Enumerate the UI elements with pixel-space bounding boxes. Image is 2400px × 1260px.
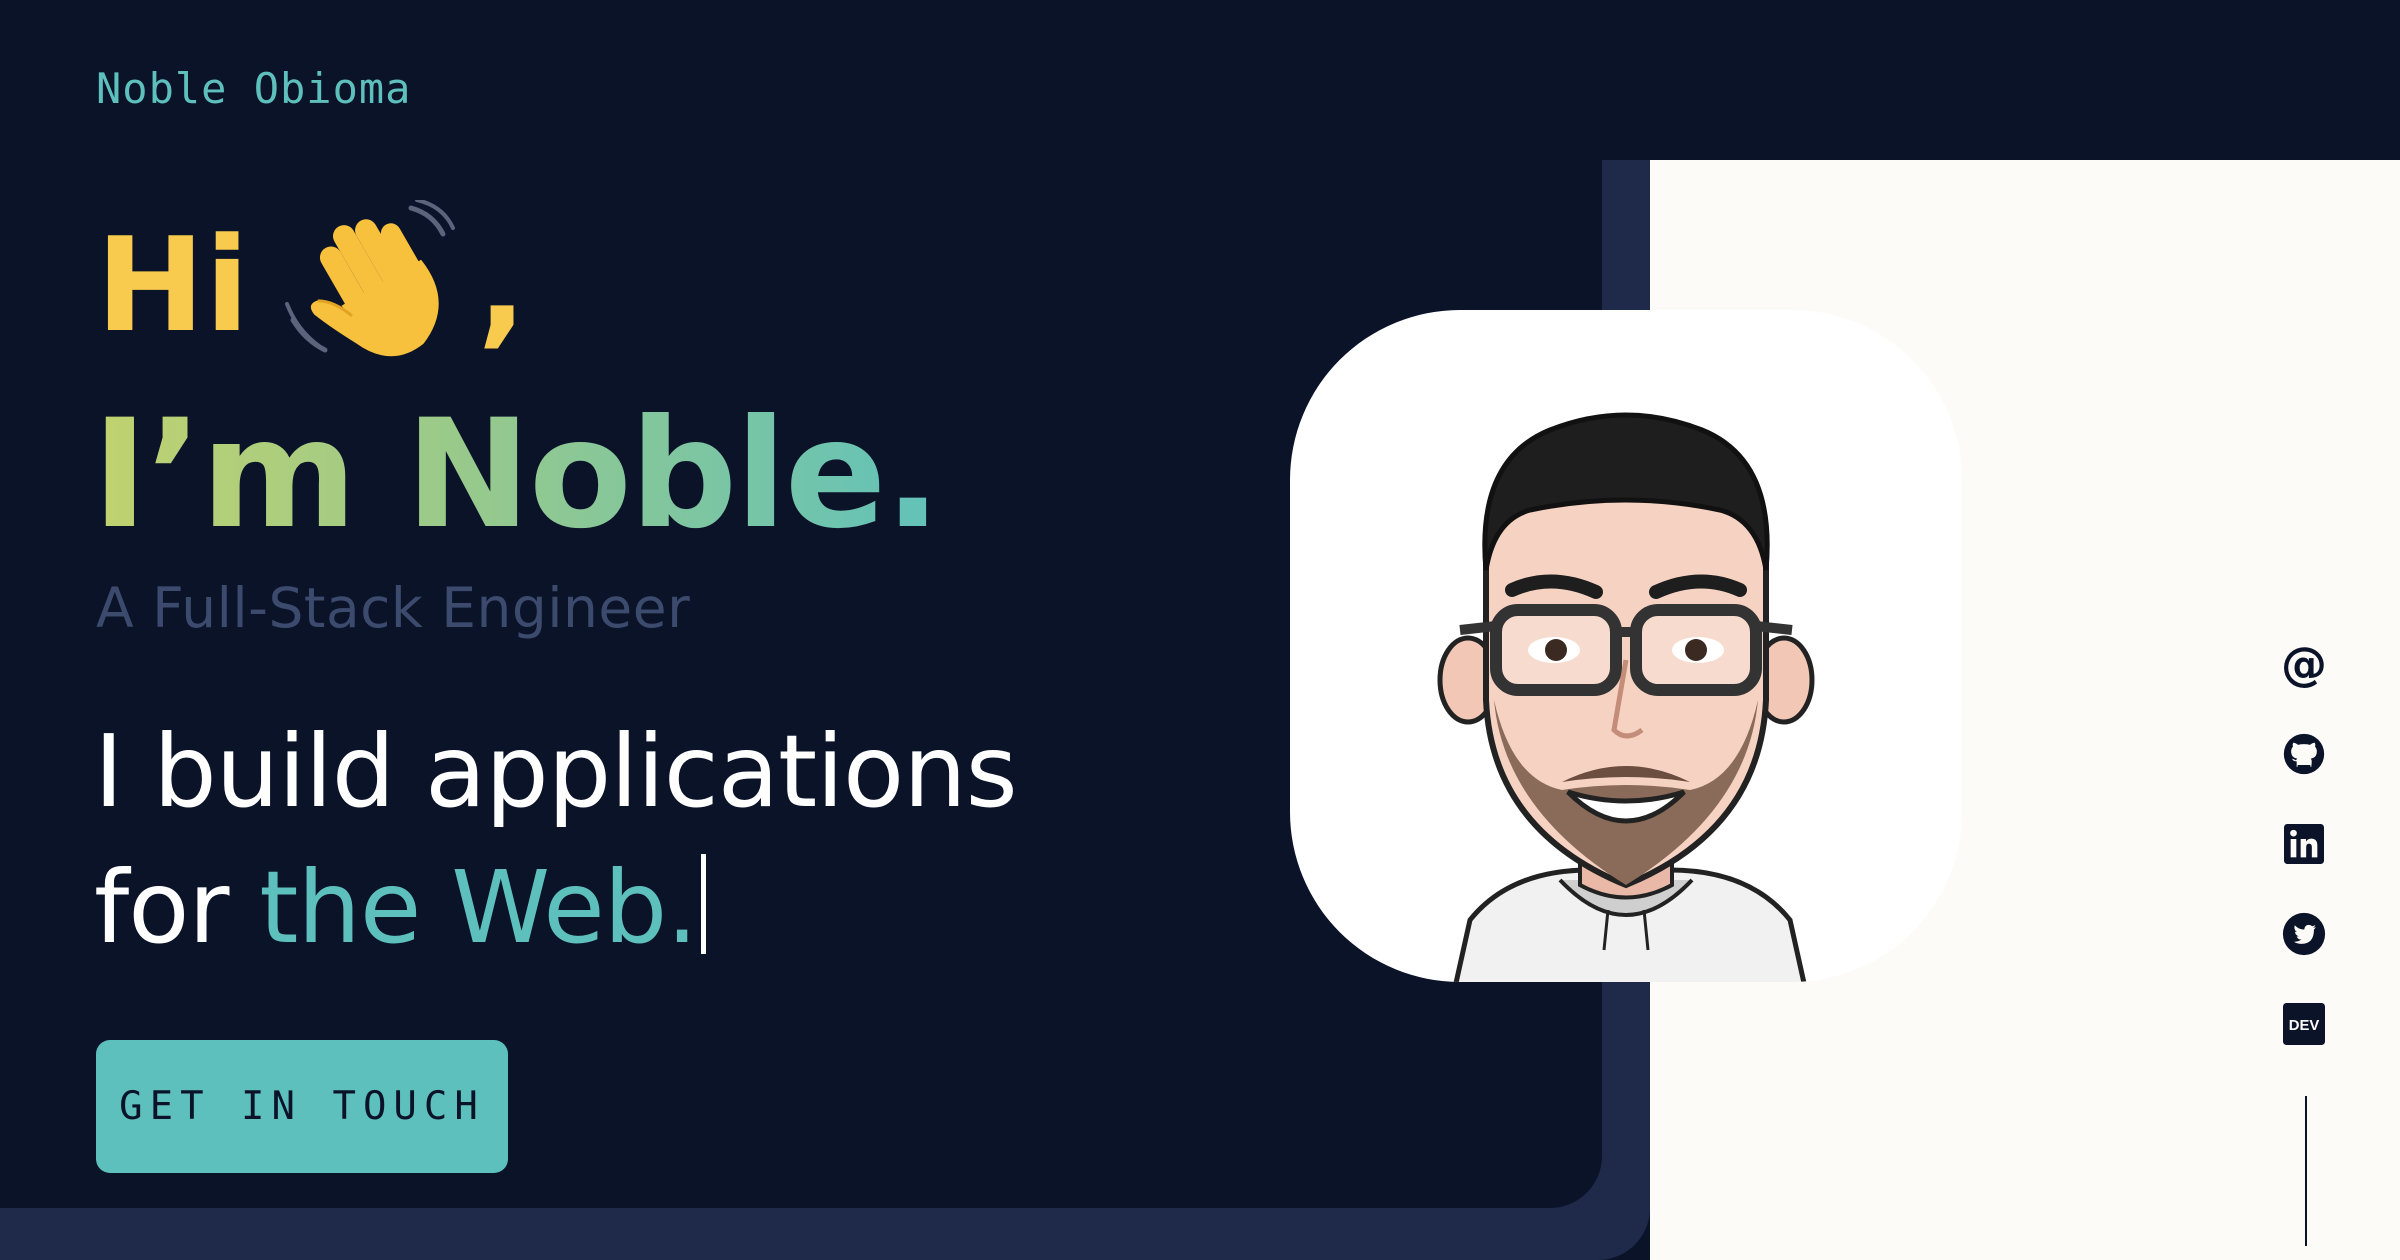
tagline-for: for <box>94 849 260 966</box>
avatar-illustration <box>1437 412 1815 982</box>
greeting-heading: Hi , <box>96 198 527 370</box>
get-in-touch-button[interactable]: GET IN TOUCH <box>96 1040 508 1173</box>
brand-logo-link[interactable]: Noble Obioma <box>96 64 411 113</box>
greeting-comma: , <box>477 209 527 361</box>
avatar <box>1290 310 1962 982</box>
tagline: I build applications for the Web. <box>94 704 1018 976</box>
email-icon[interactable]: @ <box>2280 640 2328 688</box>
dev-icon-label: DEV <box>2289 1018 2320 1034</box>
twitter-icon[interactable] <box>2280 910 2328 958</box>
tagline-line1: I build applications <box>94 713 1018 830</box>
social-links: @ DEV <box>2280 640 2328 1090</box>
role-subtitle: A Full-Stack Engineer <box>96 576 691 640</box>
linkedin-icon[interactable] <box>2280 820 2328 868</box>
tagline-accent: the Web. <box>259 849 698 966</box>
greeting-text: Hi <box>96 209 250 361</box>
name-heading: I’m Noble. <box>92 388 941 562</box>
github-icon[interactable] <box>2280 730 2328 778</box>
waving-hand-icon <box>283 198 473 370</box>
dev-icon[interactable]: DEV <box>2280 1000 2328 1048</box>
social-divider-line <box>2305 1096 2307 1246</box>
typing-caret <box>701 854 706 954</box>
